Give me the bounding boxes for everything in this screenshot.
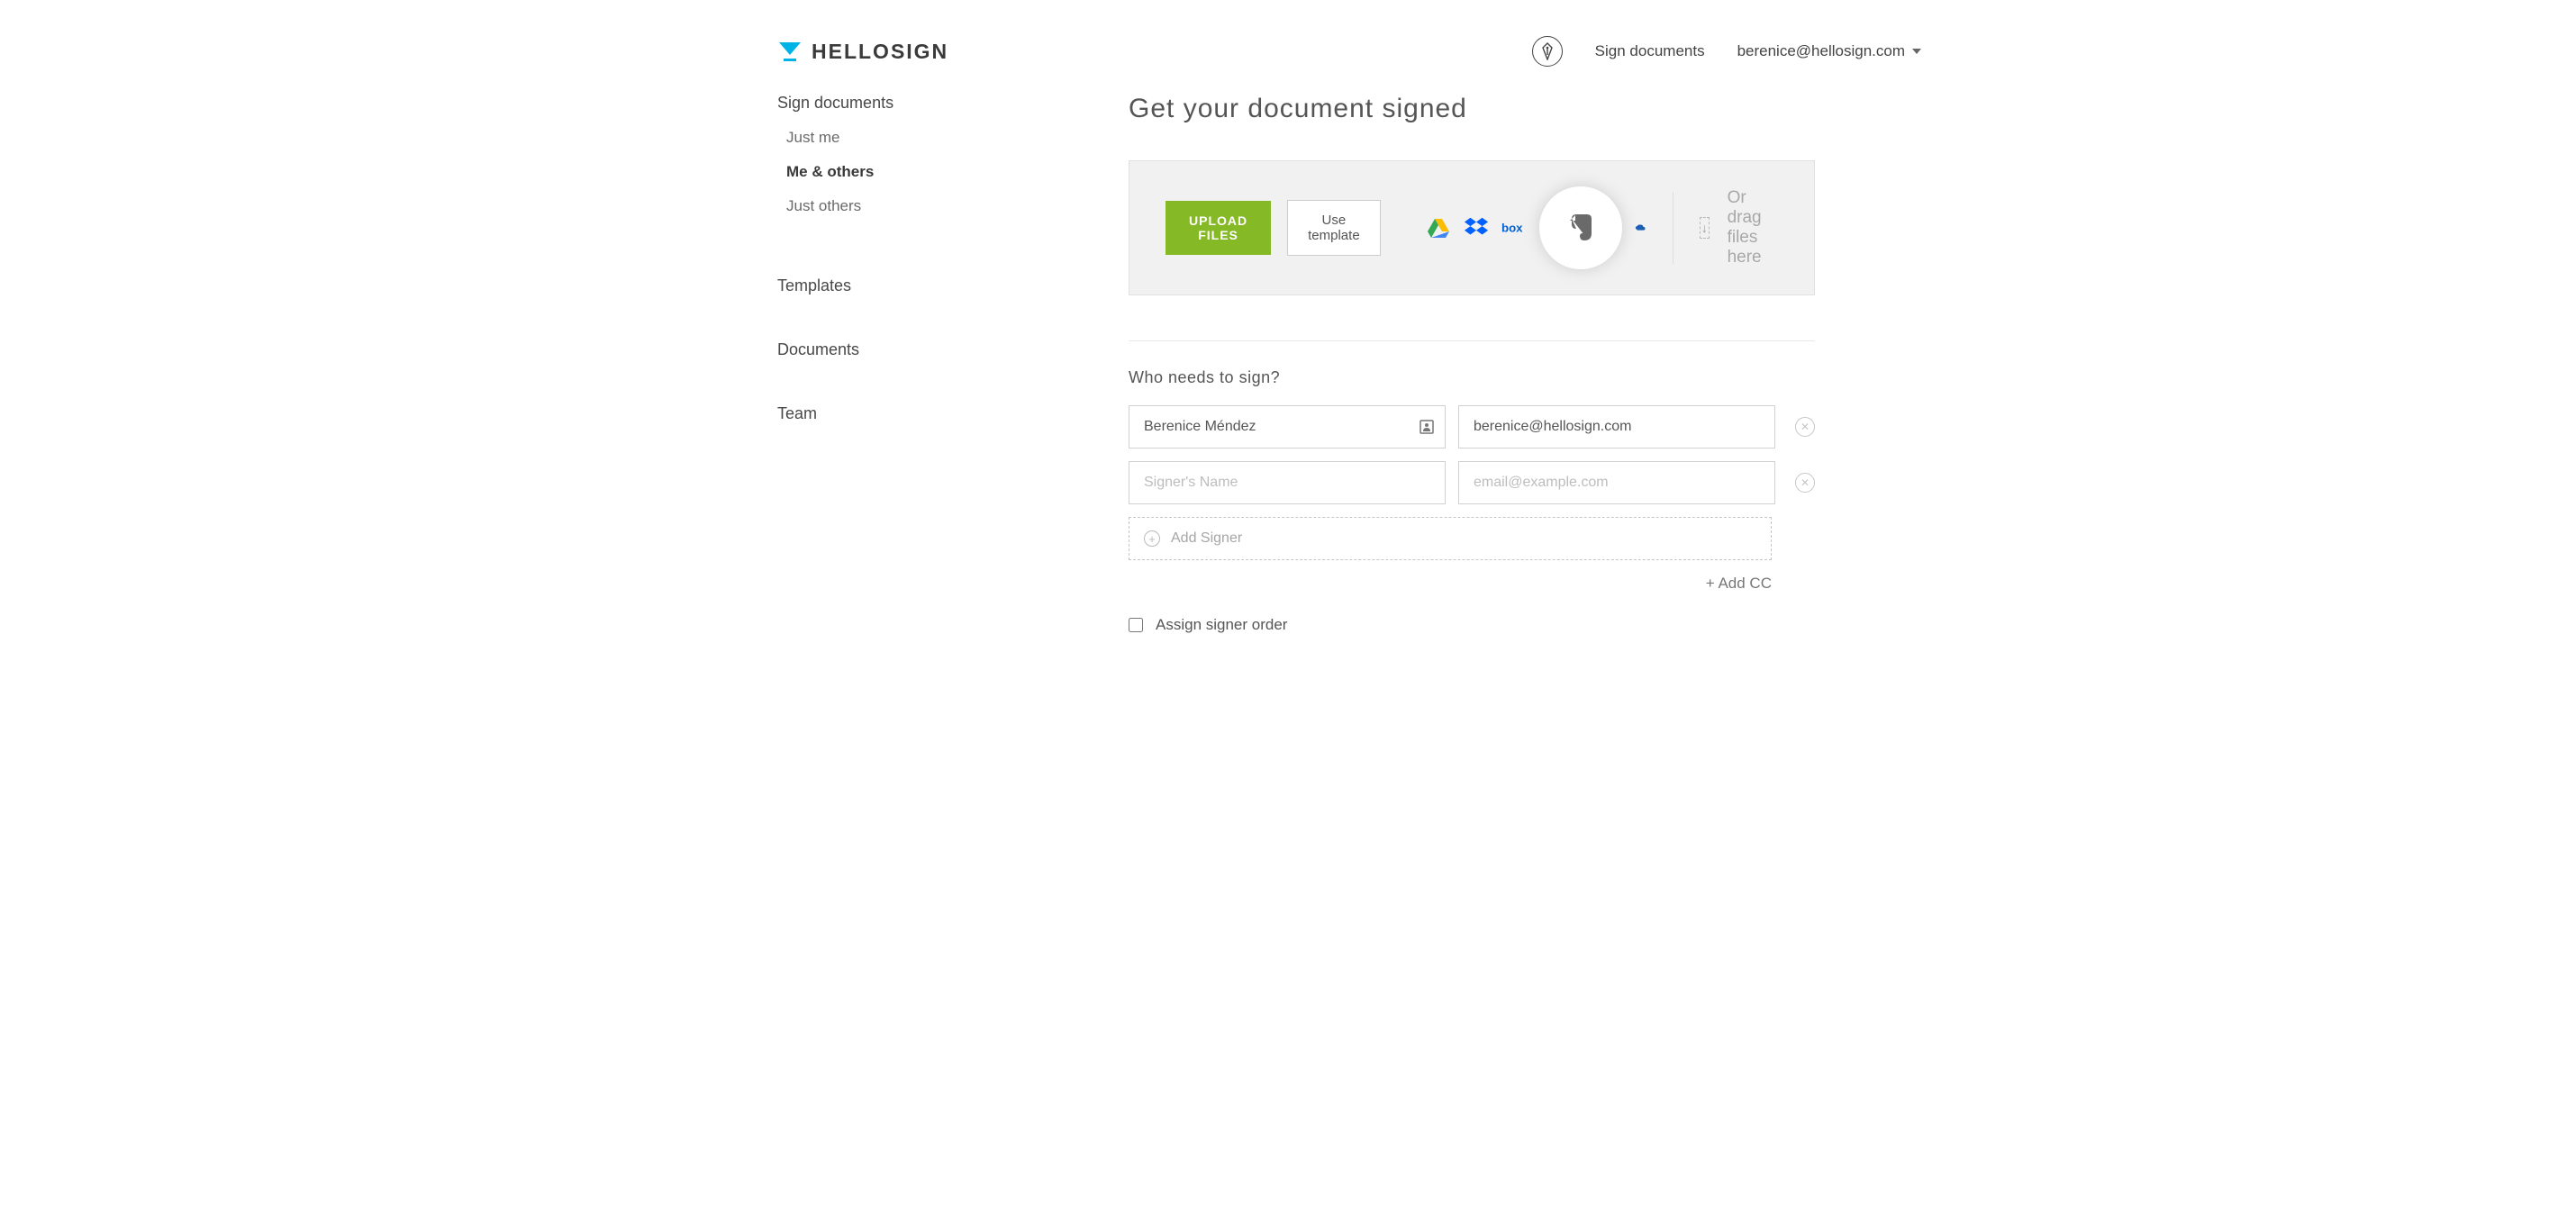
nav-sign-documents[interactable]: Sign documents — [777, 94, 1029, 113]
assign-order-checkbox[interactable] — [1129, 618, 1143, 632]
page-title: Get your document signed — [1129, 94, 1815, 124]
drag-label: Or drag files here — [1728, 188, 1778, 267]
contacts-icon[interactable] — [1419, 419, 1435, 435]
add-signer-button[interactable]: + Add Signer — [1129, 517, 1772, 560]
remove-signer-button[interactable]: ✕ — [1795, 417, 1815, 437]
signer-email-input[interactable] — [1458, 405, 1775, 448]
upload-panel: UPLOAD FILES Use template — [1129, 160, 1815, 295]
main-content: Get your document signed UPLOAD FILES Us… — [1129, 94, 1815, 634]
dropbox-icon[interactable] — [1464, 215, 1489, 240]
user-email: berenice@hellosign.com — [1737, 42, 1905, 60]
integration-icons: box — [1426, 199, 1646, 257]
signer-row: ✕ — [1129, 461, 1815, 504]
logo[interactable]: HELLOSIGN — [777, 39, 948, 64]
drag-drop-zone[interactable]: ↓ Or drag files here — [1700, 188, 1778, 267]
nav-just-others[interactable]: Just others — [786, 197, 1029, 215]
nav-just-me[interactable]: Just me — [786, 129, 1029, 147]
assign-signer-order[interactable]: Assign signer order — [1129, 616, 1815, 634]
user-menu[interactable]: berenice@hellosign.com — [1737, 42, 1921, 60]
nav-me-and-others[interactable]: Me & others — [786, 163, 1029, 181]
signer-name-input[interactable] — [1129, 405, 1446, 448]
header-sign-documents-link[interactable]: Sign documents — [1595, 42, 1705, 60]
assign-order-label: Assign signer order — [1156, 616, 1287, 634]
box-icon[interactable]: box — [1501, 215, 1527, 240]
nav-templates[interactable]: Templates — [777, 276, 1029, 295]
upload-files-button[interactable]: UPLOAD FILES — [1166, 201, 1271, 255]
app-header: HELLOSIGN Sign documents berenice@hellos… — [644, 0, 1932, 94]
chevron-down-icon — [1912, 49, 1921, 54]
add-cc-button[interactable]: + Add CC — [1129, 575, 1772, 593]
add-signer-label: Add Signer — [1171, 530, 1242, 547]
signer-row: ✕ — [1129, 405, 1815, 448]
nav-documents[interactable]: Documents — [777, 340, 1029, 359]
sidebar: Sign documents Just me Me & others Just … — [777, 94, 1029, 634]
evernote-icon[interactable] — [1539, 186, 1622, 269]
logo-mark-icon — [777, 39, 803, 64]
svg-text:box: box — [1501, 221, 1523, 234]
nav-team[interactable]: Team — [777, 404, 1029, 423]
who-needs-to-sign-label: Who needs to sign? — [1129, 368, 1815, 387]
onedrive-icon[interactable] — [1635, 215, 1646, 240]
section-divider — [1129, 340, 1815, 341]
google-drive-icon[interactable] — [1426, 215, 1451, 240]
signer-email-input[interactable] — [1458, 461, 1775, 504]
use-template-button[interactable]: Use template — [1287, 200, 1381, 256]
download-arrow-icon: ↓ — [1700, 217, 1709, 239]
logo-text: HELLOSIGN — [812, 40, 948, 64]
remove-signer-button[interactable]: ✕ — [1795, 473, 1815, 493]
signer-name-input[interactable] — [1129, 461, 1446, 504]
plus-icon: + — [1144, 530, 1160, 547]
pen-icon[interactable] — [1532, 36, 1563, 67]
